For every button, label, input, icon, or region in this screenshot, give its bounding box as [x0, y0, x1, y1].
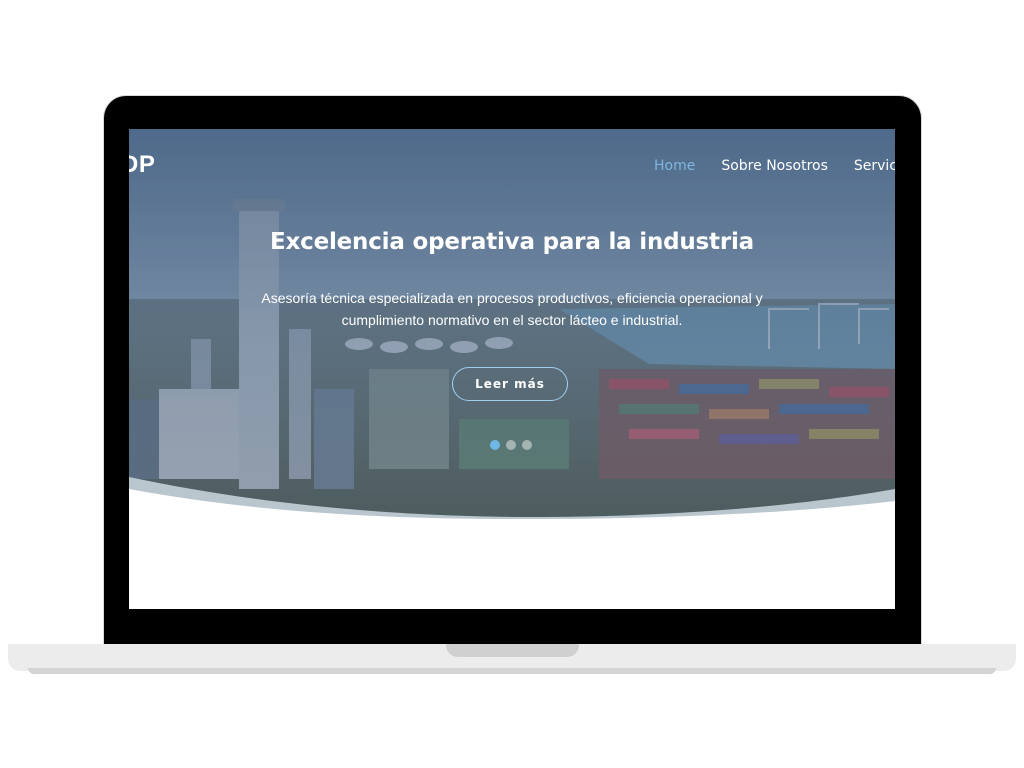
laptop-screen: DP Home Sobre Nosotros Servicios Excelen… [129, 129, 895, 609]
nav-sobre-nosotros[interactable]: Sobre Nosotros [721, 158, 828, 174]
hero-description: Asesoría técnica especializada en proces… [242, 287, 782, 331]
hero-description-line-2: cumplimiento normativo en el sector láct… [341, 312, 683, 328]
nav-servicios[interactable]: Servicios [854, 158, 895, 174]
carousel-dot-2[interactable] [506, 440, 516, 450]
carousel-dot-1[interactable] [490, 440, 500, 450]
leer-mas-button[interactable]: Leer más [452, 367, 568, 401]
carousel-dots [490, 440, 532, 450]
hero-title: Excelencia operativa para la industria [269, 229, 754, 255]
hero-wave-divider [129, 477, 895, 519]
laptop-mockup: DP Home Sobre Nosotros Servicios Excelen… [0, 0, 1024, 768]
laptop-base-shadow [28, 668, 996, 674]
brand-logo[interactable]: DP [129, 151, 155, 179]
nav-home[interactable]: Home [654, 158, 695, 174]
main-nav: Home Sobre Nosotros Servicios [654, 158, 895, 174]
laptop-notch [446, 644, 579, 657]
hero-description-line-1: Asesoría técnica especializada en proces… [261, 290, 763, 306]
carousel-dot-3[interactable] [522, 440, 532, 450]
hero-section: DP Home Sobre Nosotros Servicios Excelen… [129, 129, 895, 519]
